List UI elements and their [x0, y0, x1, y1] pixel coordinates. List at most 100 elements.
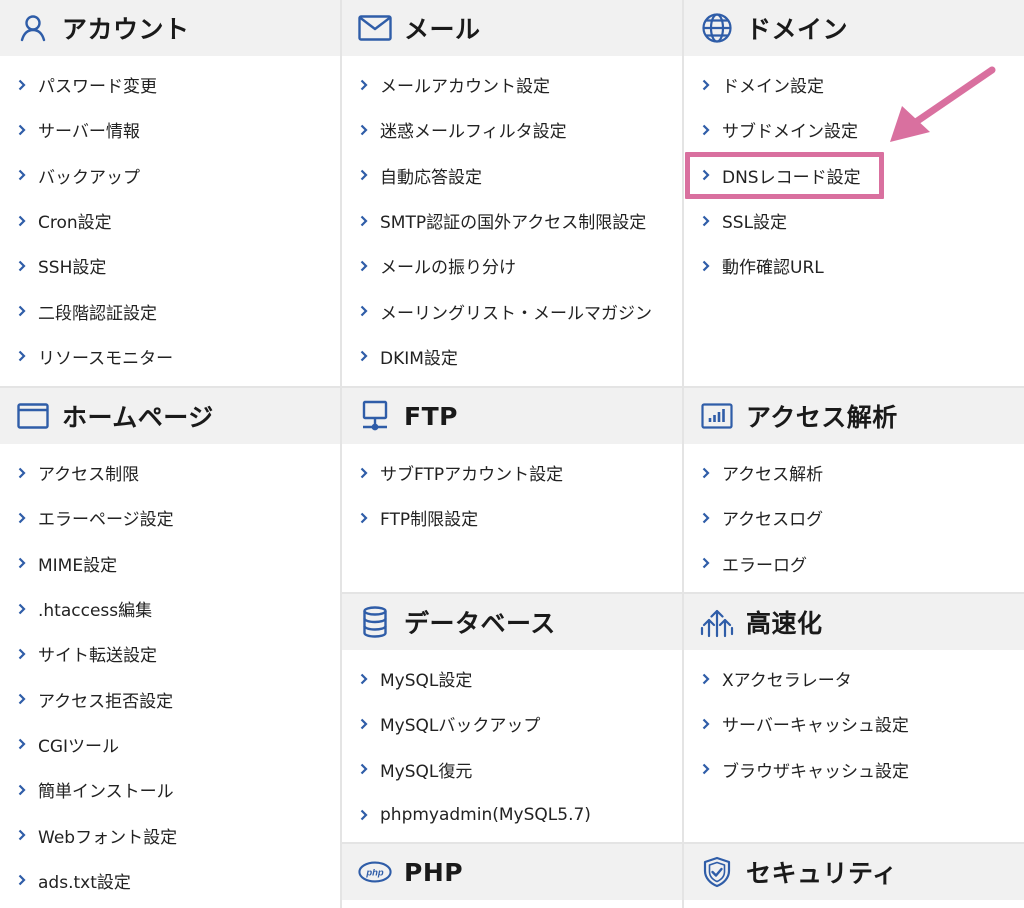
- menu-item-ftp-restriction[interactable]: FTP制限設定: [342, 495, 682, 540]
- column-2: メール メールアカウント設定 迷惑メールフィルタ設定 自動応答設定 SMTP認証…: [342, 0, 682, 908]
- menu-list-ftp: サブFTPアカウント設定 FTP制限設定: [342, 444, 682, 541]
- bar-chart-icon: [700, 399, 734, 433]
- menu-item-easy-install[interactable]: 簡単インストール: [0, 767, 340, 812]
- menu-item-label: 迷惑メールフィルタ設定: [380, 122, 567, 143]
- section-header-ftp: FTP: [342, 388, 682, 444]
- menu-item-label: MIME設定: [38, 555, 118, 576]
- menu-item-label: サーバー情報: [38, 122, 140, 143]
- menu-item-access-analytics[interactable]: アクセス解析: [684, 450, 1024, 495]
- section-php: php PHP: [342, 844, 682, 908]
- shield-check-icon: [700, 855, 734, 889]
- chevron-right-icon: [702, 762, 712, 776]
- menu-item-label: アクセス制限: [38, 465, 140, 486]
- menu-item-label: サーバーキャッシュ設定: [722, 716, 909, 737]
- menu-item-access-restriction[interactable]: アクセス制限: [0, 450, 340, 495]
- menu-item-error-log[interactable]: エラーログ: [684, 541, 1024, 586]
- menu-item-server-cache[interactable]: サーバーキャッシュ設定: [684, 701, 1024, 746]
- menu-item-label: ドメイン設定: [722, 77, 824, 98]
- menu-item-server-info[interactable]: サーバー情報: [0, 107, 340, 152]
- menu-item-label: 簡単インストール: [38, 782, 174, 803]
- section-title-mail: メール: [404, 15, 481, 44]
- menu-item-phpmyadmin[interactable]: phpmyadmin(MySQL5.7): [342, 792, 682, 837]
- menu-item-label: アクセス拒否設定: [38, 691, 174, 712]
- menu-item-mysql-restore[interactable]: MySQL復元: [342, 747, 682, 792]
- chevron-right-icon: [360, 214, 370, 228]
- menu-item-label: メールの振り分け: [380, 258, 516, 279]
- menu-item-mysql-backup[interactable]: MySQLバックアップ: [342, 701, 682, 746]
- menu-item-verify-url[interactable]: 動作確認URL: [684, 243, 1024, 288]
- menu-item-mail-sorting[interactable]: メールの振り分け: [342, 243, 682, 288]
- annotation-arrow-icon: [890, 66, 996, 142]
- highlight-box: [685, 152, 884, 199]
- menu-item-error-page[interactable]: エラーページ設定: [0, 495, 340, 540]
- section-database: データベース MySQL設定 MySQLバックアップ MySQL復元 phpmy…: [342, 594, 682, 842]
- section-header-account: アカウント: [0, 0, 340, 56]
- menu-item-label: パスワード変更: [38, 77, 157, 98]
- chevron-right-icon: [18, 511, 28, 525]
- menu-item-password-change[interactable]: パスワード変更: [0, 62, 340, 107]
- column-1: アカウント パスワード変更 サーバー情報 バックアップ Cron設定 SSH設定…: [0, 0, 340, 908]
- chevron-right-icon: [360, 168, 370, 182]
- svg-text:php: php: [365, 867, 384, 878]
- menu-item-resource-monitor[interactable]: リソースモニター: [0, 334, 340, 379]
- chevron-right-icon: [18, 349, 28, 363]
- menu-item-label: CGIツール: [38, 736, 120, 757]
- chevron-right-icon: [360, 304, 370, 318]
- menu-item-label: 自動応答設定: [380, 167, 482, 188]
- section-title-database: データベース: [404, 609, 556, 638]
- chevron-right-icon: [18, 168, 28, 182]
- chevron-right-icon: [18, 828, 28, 842]
- menu-item-site-redirect[interactable]: サイト転送設定: [0, 631, 340, 676]
- section-title-security: セキュリティ: [746, 859, 898, 888]
- chevron-right-icon: [18, 304, 28, 318]
- menu-item-label: DKIM設定: [380, 348, 458, 369]
- menu-item-spam-filter[interactable]: 迷惑メールフィルタ設定: [342, 107, 682, 152]
- user-icon: [16, 11, 50, 45]
- menu-item-web-font[interactable]: Webフォント設定: [0, 812, 340, 857]
- menu-list-speedup: Xアクセラレータ サーバーキャッシュ設定 ブラウザキャッシュ設定: [684, 650, 1024, 792]
- chevron-right-icon: [360, 466, 370, 480]
- menu-item-sub-ftp-account[interactable]: サブFTPアカウント設定: [342, 450, 682, 495]
- menu-item-mime[interactable]: MIME設定: [0, 541, 340, 586]
- chevron-right-icon: [702, 214, 712, 228]
- chevron-right-icon: [18, 873, 28, 887]
- menu-item-auto-reply[interactable]: 自動応答設定: [342, 153, 682, 198]
- menu-item-label: MySQL設定: [380, 671, 473, 692]
- menu-item-ads-txt[interactable]: ads.txt設定: [0, 858, 340, 903]
- section-access-analytics: アクセス解析 アクセス解析 アクセスログ エラーログ: [684, 388, 1024, 592]
- chevron-right-icon: [702, 466, 712, 480]
- chevron-right-icon: [360, 762, 370, 776]
- chevron-right-icon: [360, 349, 370, 363]
- menu-item-backup[interactable]: バックアップ: [0, 153, 340, 198]
- menu-item-access-deny[interactable]: アクセス拒否設定: [0, 676, 340, 721]
- menu-item-label: ブラウザキャッシュ設定: [722, 761, 909, 782]
- menu-item-label: FTP制限設定: [380, 510, 479, 531]
- menu-item-cgi-tool[interactable]: CGIツール: [0, 722, 340, 767]
- menu-item-ssl-settings[interactable]: SSL設定: [684, 198, 1024, 243]
- menu-item-label: メーリングリスト・メールマガジン: [380, 303, 652, 324]
- menu-item-label: アクセス解析: [722, 465, 824, 486]
- section-title-speedup: 高速化: [746, 609, 823, 638]
- menu-item-dkim[interactable]: DKIM設定: [342, 334, 682, 379]
- menu-item-mailing-list[interactable]: メーリングリスト・メールマガジン: [342, 288, 682, 333]
- menu-item-access-log[interactable]: アクセスログ: [684, 495, 1024, 540]
- menu-item-mysql-settings[interactable]: MySQL設定: [342, 656, 682, 701]
- menu-item-label: SSH設定: [38, 258, 107, 279]
- menu-item-cron[interactable]: Cron設定: [0, 198, 340, 243]
- menu-item-label: Cron設定: [38, 213, 112, 234]
- menu-item-smtp-foreign-restriction[interactable]: SMTP認証の国外アクセス制限設定: [342, 198, 682, 243]
- menu-item-mail-account[interactable]: メールアカウント設定: [342, 62, 682, 107]
- menu-item-htaccess[interactable]: .htaccess編集: [0, 586, 340, 631]
- section-title-domain: ドメイン: [746, 15, 849, 44]
- menu-item-two-factor[interactable]: 二段階認証設定: [0, 288, 340, 333]
- browser-window-icon: [16, 399, 50, 433]
- menu-item-ssh[interactable]: SSH設定: [0, 243, 340, 288]
- menu-item-label: サブドメイン設定: [722, 122, 858, 143]
- menu-item-label: SSL設定: [722, 213, 788, 234]
- php-icon: php: [358, 855, 392, 889]
- chevron-right-icon: [360, 259, 370, 273]
- chevron-right-icon: [18, 259, 28, 273]
- menu-item-browser-cache[interactable]: ブラウザキャッシュ設定: [684, 747, 1024, 792]
- section-header-access-analytics: アクセス解析: [684, 388, 1024, 444]
- menu-item-x-accelerator[interactable]: Xアクセラレータ: [684, 656, 1024, 701]
